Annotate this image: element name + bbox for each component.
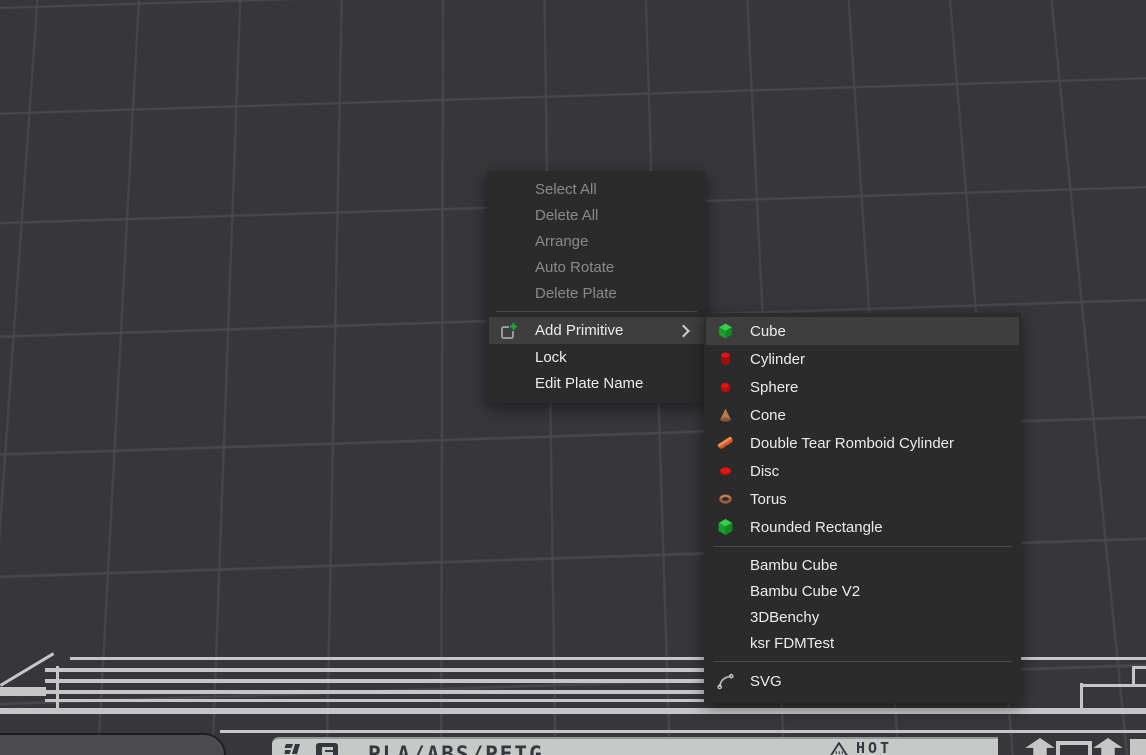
submenu-separator — [713, 661, 1012, 662]
submenu-item-3dbenchy[interactable]: 3DBenchy — [704, 604, 1021, 630]
plate-stripe — [0, 687, 46, 696]
chevron-right-icon — [677, 324, 690, 337]
submenu-item-label: ksr FDMTest — [750, 635, 834, 652]
submenu-item-label: Cone — [750, 407, 786, 424]
submenu-item-label: Cube — [750, 323, 786, 340]
submenu-item-cylinder[interactable]: Cylinder — [704, 345, 1021, 373]
hot-label: HOT — [856, 741, 892, 755]
submenu-item-disc[interactable]: Disc — [704, 457, 1021, 485]
plate-edge-mark — [1130, 739, 1146, 755]
menu-item-arrange[interactable]: Arrange — [487, 228, 706, 254]
torus-icon — [717, 491, 734, 508]
menu-item-auto-rotate[interactable]: Auto Rotate — [487, 254, 706, 280]
submenu-item-label: Bambu Cube — [750, 557, 838, 574]
menu-item-label: Auto Rotate — [535, 259, 614, 276]
add-primitive-icon — [500, 322, 518, 340]
menu-item-label: Add Primitive — [535, 322, 623, 339]
plate-tick — [1080, 683, 1083, 712]
submenu-item-label: Disc — [750, 463, 779, 480]
plate-context-menu: Select All Delete All Arrange Auto Rotat… — [487, 171, 706, 403]
menu-item-lock[interactable]: Lock — [487, 344, 706, 370]
submenu-item-label: Cylinder — [750, 351, 805, 368]
submenu-item-sphere[interactable]: Sphere — [704, 373, 1021, 401]
menu-item-select-all[interactable]: Select All — [487, 176, 706, 202]
menu-item-label: Edit Plate Name — [535, 375, 643, 392]
submenu-item-cube[interactable]: Cube — [706, 317, 1019, 345]
cylinder-icon — [717, 351, 734, 368]
plate-edge-line — [220, 730, 1146, 733]
cone-icon — [717, 407, 734, 424]
plate-square-mark — [1056, 741, 1092, 755]
submenu-item-label: SVG — [750, 673, 782, 690]
plate-tick — [56, 666, 59, 712]
submenu-item-torus[interactable]: Torus — [704, 485, 1021, 513]
menu-item-label: Lock — [535, 349, 567, 366]
submenu-item-label: 3DBenchy — [750, 609, 819, 626]
submenu-item-label: Bambu Cube V2 — [750, 583, 860, 600]
plate-label-bar: PLA/ABS/PETG HOT — [272, 737, 998, 755]
menu-separator — [496, 311, 697, 312]
menu-item-label: Arrange — [535, 233, 588, 250]
submenu-item-label: Rounded Rectangle — [750, 519, 883, 536]
submenu-item-label: Torus — [750, 491, 787, 508]
menu-item-label: Select All — [535, 181, 597, 198]
disc-icon — [717, 463, 734, 480]
submenu-item-ksr-fdmtest[interactable]: ksr FDMTest — [704, 630, 1021, 656]
plate-qr-mark-icon — [316, 743, 338, 755]
menu-item-edit-plate-name[interactable]: Edit Plate Name — [487, 370, 706, 396]
plate-material-label: PLA/ABS/PETG — [368, 744, 544, 755]
menu-item-label: Delete Plate — [535, 285, 617, 302]
submenu-item-double-tear-romboid-cylinder[interactable]: Double Tear Romboid Cylinder — [704, 429, 1021, 457]
menu-item-delete-all[interactable]: Delete All — [487, 202, 706, 228]
submenu-item-label: Sphere — [750, 379, 798, 396]
submenu-item-bambu-cube-v2[interactable]: Bambu Cube V2 — [704, 578, 1021, 604]
svg-curve-icon — [717, 673, 734, 690]
rounded-rectangle-icon — [717, 519, 734, 536]
submenu-item-label: Double Tear Romboid Cylinder — [750, 435, 954, 452]
hot-warning-icon — [828, 741, 850, 755]
plate-corner-mark — [1132, 666, 1146, 687]
cube-icon — [717, 323, 734, 340]
submenu-item-rounded-rectangle[interactable]: Rounded Rectangle — [704, 513, 1021, 541]
menu-item-delete-plate[interactable]: Delete Plate — [487, 280, 706, 306]
submenu-item-svg[interactable]: SVG — [704, 667, 1021, 695]
submenu-item-cone[interactable]: Cone — [704, 401, 1021, 429]
sphere-icon — [717, 379, 734, 396]
menu-item-add-primitive[interactable]: Add Primitive — [489, 317, 704, 344]
plate-handle-tab — [0, 733, 226, 755]
romboid-cylinder-icon — [717, 435, 734, 452]
bambu-logo-icon — [284, 743, 308, 755]
submenu-item-bambu-cube[interactable]: Bambu Cube — [704, 552, 1021, 578]
plate-front-edge — [0, 708, 1146, 714]
submenu-separator — [713, 546, 1012, 547]
add-primitive-submenu: Cube Cylinder Sphere Cone — [704, 313, 1021, 703]
menu-item-label: Delete All — [535, 207, 598, 224]
